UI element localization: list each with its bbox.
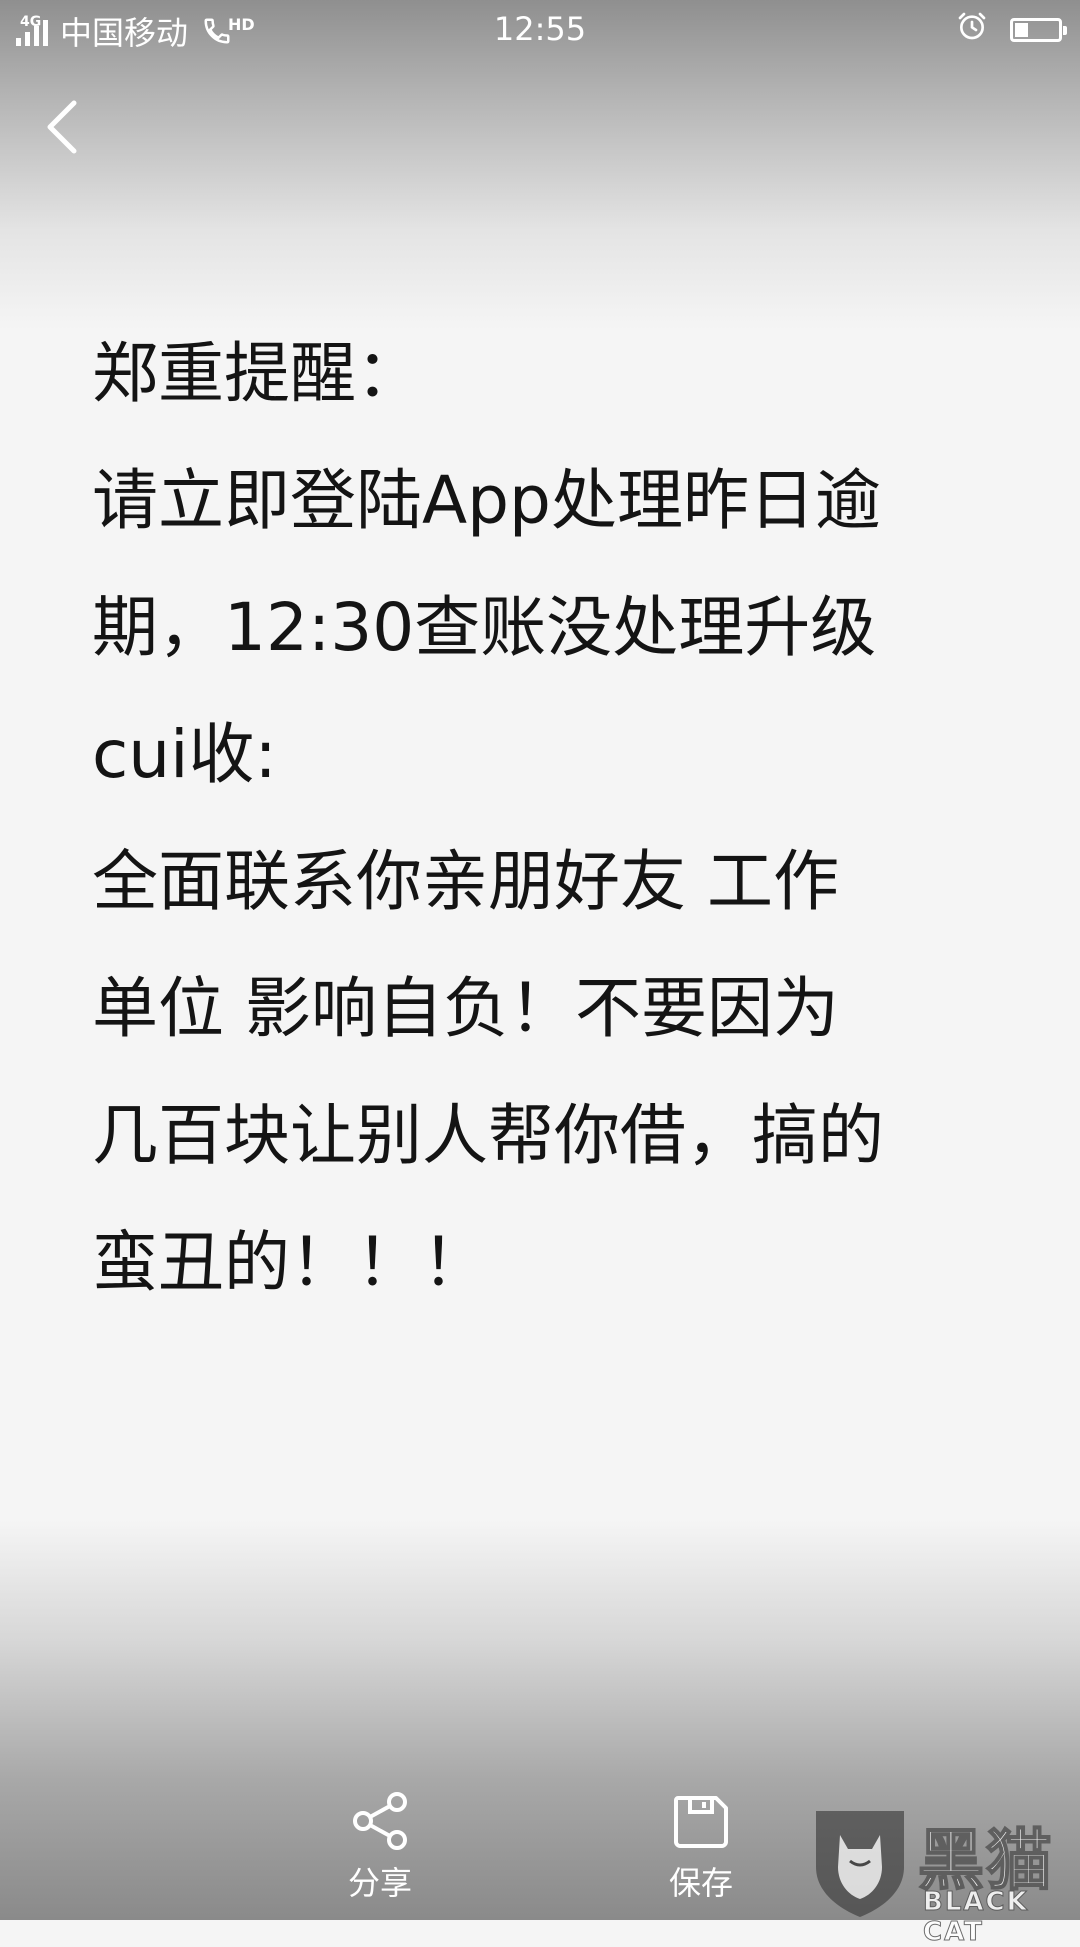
message-line: 全面联系你亲朋好友 工作 [92,843,839,920]
cat-shield-icon [816,1811,904,1917]
share-button[interactable]: 分享 [330,1790,430,1904]
status-time: 12:55 [493,10,587,48]
message-line: 几百块让别人帮你借，搞的 [92,1097,884,1174]
watermark-sub: BLACK CAT [923,1887,1029,1947]
chevron-left-icon [47,100,77,154]
watermark-logo: 黑猫 BLACK CAT [810,1805,1080,1947]
alarm-icon [956,10,988,50]
share-label: 分享 [347,1864,412,1902]
save-label: 保存 [668,1864,733,1902]
message-line: 请立即登陆App处理昨日逾 [92,462,881,539]
status-right [956,10,1067,50]
message-line: 郑重提醒： [92,335,422,412]
status-bar: 4G 中国移动 HD 12:55 [0,0,1080,60]
message-line: 期，12:30查账没处理升级 [92,589,877,666]
save-button[interactable]: 保存 [651,1790,751,1904]
save-icon [674,1796,728,1848]
message-line: 单位 影响自负！不要因为 [92,970,839,1047]
message-body: 郑重提醒： 请立即登陆App处理昨日逾 期，12:30查账没处理升级 cui收:… [92,310,1022,1326]
back-button[interactable] [38,95,88,159]
share-icon [353,1792,407,1850]
message-line: 蛮丑的！！！ [92,1224,488,1301]
battery-fill [1015,23,1028,37]
battery-icon [1010,18,1067,42]
message-line: cui收: [92,716,277,793]
